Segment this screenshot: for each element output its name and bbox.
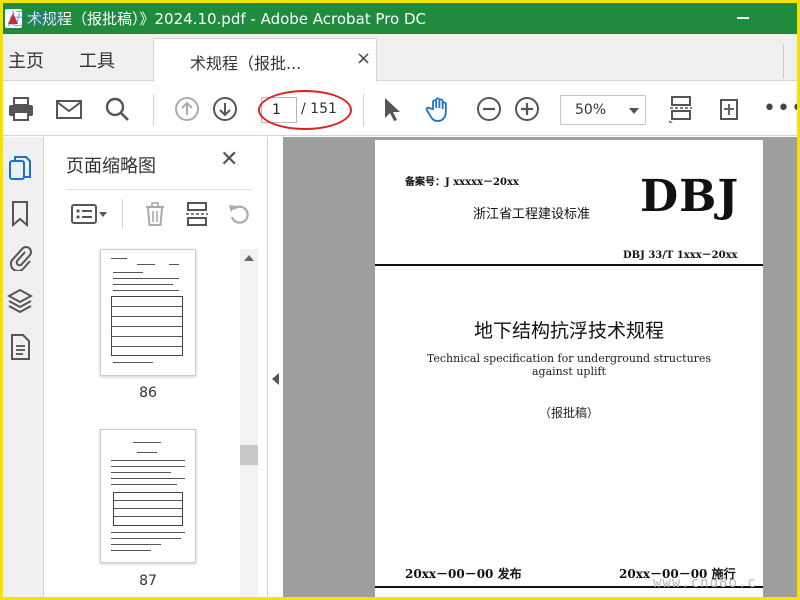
thumb-text-line: [111, 336, 183, 337]
document-title-en: Technical specification for underground …: [426, 352, 712, 365]
standard-brand: DBJ: [640, 171, 740, 222]
thumb-text-line: [111, 258, 127, 259]
thumb-table: [113, 492, 183, 526]
thumb-text-line: [111, 484, 177, 485]
search-icon[interactable]: [103, 95, 131, 123]
document-title-zh: 地下结构抗浮技术规程: [473, 320, 664, 342]
thumb-text-line: [133, 442, 161, 443]
thumb-text-line: [111, 550, 151, 551]
panel-splitter[interactable]: [269, 137, 283, 597]
close-panel-icon[interactable]: ✕: [220, 147, 238, 172]
collapse-panel-icon[interactable]: [272, 373, 279, 385]
window-title: 术规程（报批稿）》2024.10.pdf - Adobe Acrobat Pro…: [27, 10, 426, 28]
page-thumbnail[interactable]: [100, 429, 196, 563]
thumbnail-options-icon[interactable]: [70, 201, 110, 227]
print-icon[interactable]: [7, 95, 35, 123]
chevron-down-icon: [629, 108, 639, 114]
thumb-text-line: [111, 326, 183, 327]
rotate-page-icon[interactable]: [226, 201, 252, 227]
toolbar-separator: [363, 94, 364, 126]
scrollbar-thumb[interactable]: [240, 445, 258, 465]
thumb-text-line: [111, 306, 183, 307]
scroll-up-icon[interactable]: [244, 255, 254, 261]
next-page-icon[interactable]: [211, 95, 239, 123]
draft-status: （报批稿）: [538, 406, 599, 420]
zoom-level-value: 50%: [575, 102, 607, 118]
thumb-text-line: [111, 460, 185, 461]
thumb-text-line: [111, 466, 185, 467]
thumbnail-page-label: 86: [139, 385, 157, 401]
bookmark-icon[interactable]: [7, 199, 33, 228]
acrobat-window: 术规程（报批稿）》2024.10.pdf - Adobe Acrobat Pro…: [3, 3, 797, 597]
thumbnails-scrollbar[interactable]: [240, 249, 258, 597]
pdf-page: 备案号：J xxxxx－20xx DBJ 浙江省工程建设标准 DBJ 33/T …: [375, 140, 763, 597]
watermark-text: www.cnd8o.c: [653, 575, 757, 591]
rotate-view-icon[interactable]: [715, 95, 743, 123]
panel-title: 页面缩略图: [66, 156, 156, 177]
thumb-text-line: [113, 508, 183, 509]
thumb-text-line: [111, 346, 183, 347]
page-rule: [375, 264, 763, 266]
panel-divider: [66, 189, 252, 190]
tab-home[interactable]: 主页: [8, 47, 44, 73]
document-properties-icon[interactable]: [7, 333, 33, 361]
tab-scroll[interactable]: [783, 44, 797, 78]
thumb-text-line: [111, 478, 185, 479]
document-title-en-2: against uplift: [532, 365, 606, 378]
thumb-text-line: [111, 316, 183, 317]
navigation-rail: [3, 137, 44, 597]
record-number: 备案号：J xxxxx－20xx: [405, 177, 519, 188]
thumb-text-line: [113, 278, 179, 279]
insert-page-icon[interactable]: [184, 201, 210, 227]
thumbnails-panel: 页面缩略图 ✕ 86 87: [44, 137, 268, 597]
thumbnail-page-label: 87: [139, 573, 157, 589]
attachment-icon[interactable]: [7, 243, 33, 273]
thumb-text-line: [113, 284, 173, 285]
delete-page-icon[interactable]: [142, 201, 168, 227]
thumb-text-line: [113, 272, 143, 273]
minimize-icon[interactable]: [737, 17, 749, 19]
toolbar: 1 / 151 50% •••: [3, 82, 797, 136]
email-icon[interactable]: [55, 95, 83, 123]
zoom-in-icon[interactable]: [513, 95, 541, 123]
thumb-text-line: [111, 532, 185, 533]
document-view[interactable]: 备案号：J xxxxx－20xx DBJ 浙江省工程建设标准 DBJ 33/T …: [283, 137, 797, 597]
zoom-level-select[interactable]: 50%: [560, 95, 646, 125]
publish-date: 20xx－00－00 发布: [405, 567, 522, 581]
thumb-text-line: [169, 264, 179, 265]
previous-page-icon[interactable]: [173, 95, 201, 123]
title-bar: 术规程（报批稿）》2024.10.pdf - Adobe Acrobat Pro…: [3, 3, 797, 34]
hand-tool-icon[interactable]: [425, 95, 453, 123]
thumb-text-line: [137, 452, 157, 453]
thumb-text-line: [113, 290, 179, 291]
scroll-mode-icon[interactable]: [667, 95, 695, 124]
tab-row: 主页 工具 术规程（报批... ×: [3, 34, 797, 82]
toolbar-separator: [122, 199, 123, 229]
thumb-text-line: [111, 472, 171, 473]
thumb-text-line: [111, 544, 161, 545]
page-thumbnails-icon[interactable]: [7, 155, 33, 183]
watermark-text: 迅捷网: [7, 9, 61, 30]
document-tab-label: 术规程（报批...: [190, 54, 302, 73]
thumb-text-line: [113, 362, 153, 363]
zoom-out-icon[interactable]: [475, 95, 503, 123]
standard-code: DBJ 33/T 1xxx－20xx: [623, 250, 738, 261]
tab-tools[interactable]: 工具: [79, 47, 115, 73]
toolbar-separator: [153, 94, 154, 126]
tab-document[interactable]: 术规程（报批... ×: [153, 38, 377, 82]
thumb-text-line: [113, 516, 183, 517]
thumb-text-line: [137, 264, 155, 265]
layers-icon[interactable]: [6, 287, 34, 315]
standard-category: 浙江省工程建设标准: [473, 207, 591, 222]
select-cursor-icon[interactable]: [377, 95, 405, 123]
close-tab-icon[interactable]: ×: [356, 48, 371, 69]
thumb-text-line: [113, 500, 183, 501]
red-annotation-ellipse: [258, 90, 352, 130]
thumb-text-line: [111, 538, 181, 539]
more-tools-icon[interactable]: •••: [763, 96, 797, 121]
page-thumbnail[interactable]: [100, 249, 196, 376]
